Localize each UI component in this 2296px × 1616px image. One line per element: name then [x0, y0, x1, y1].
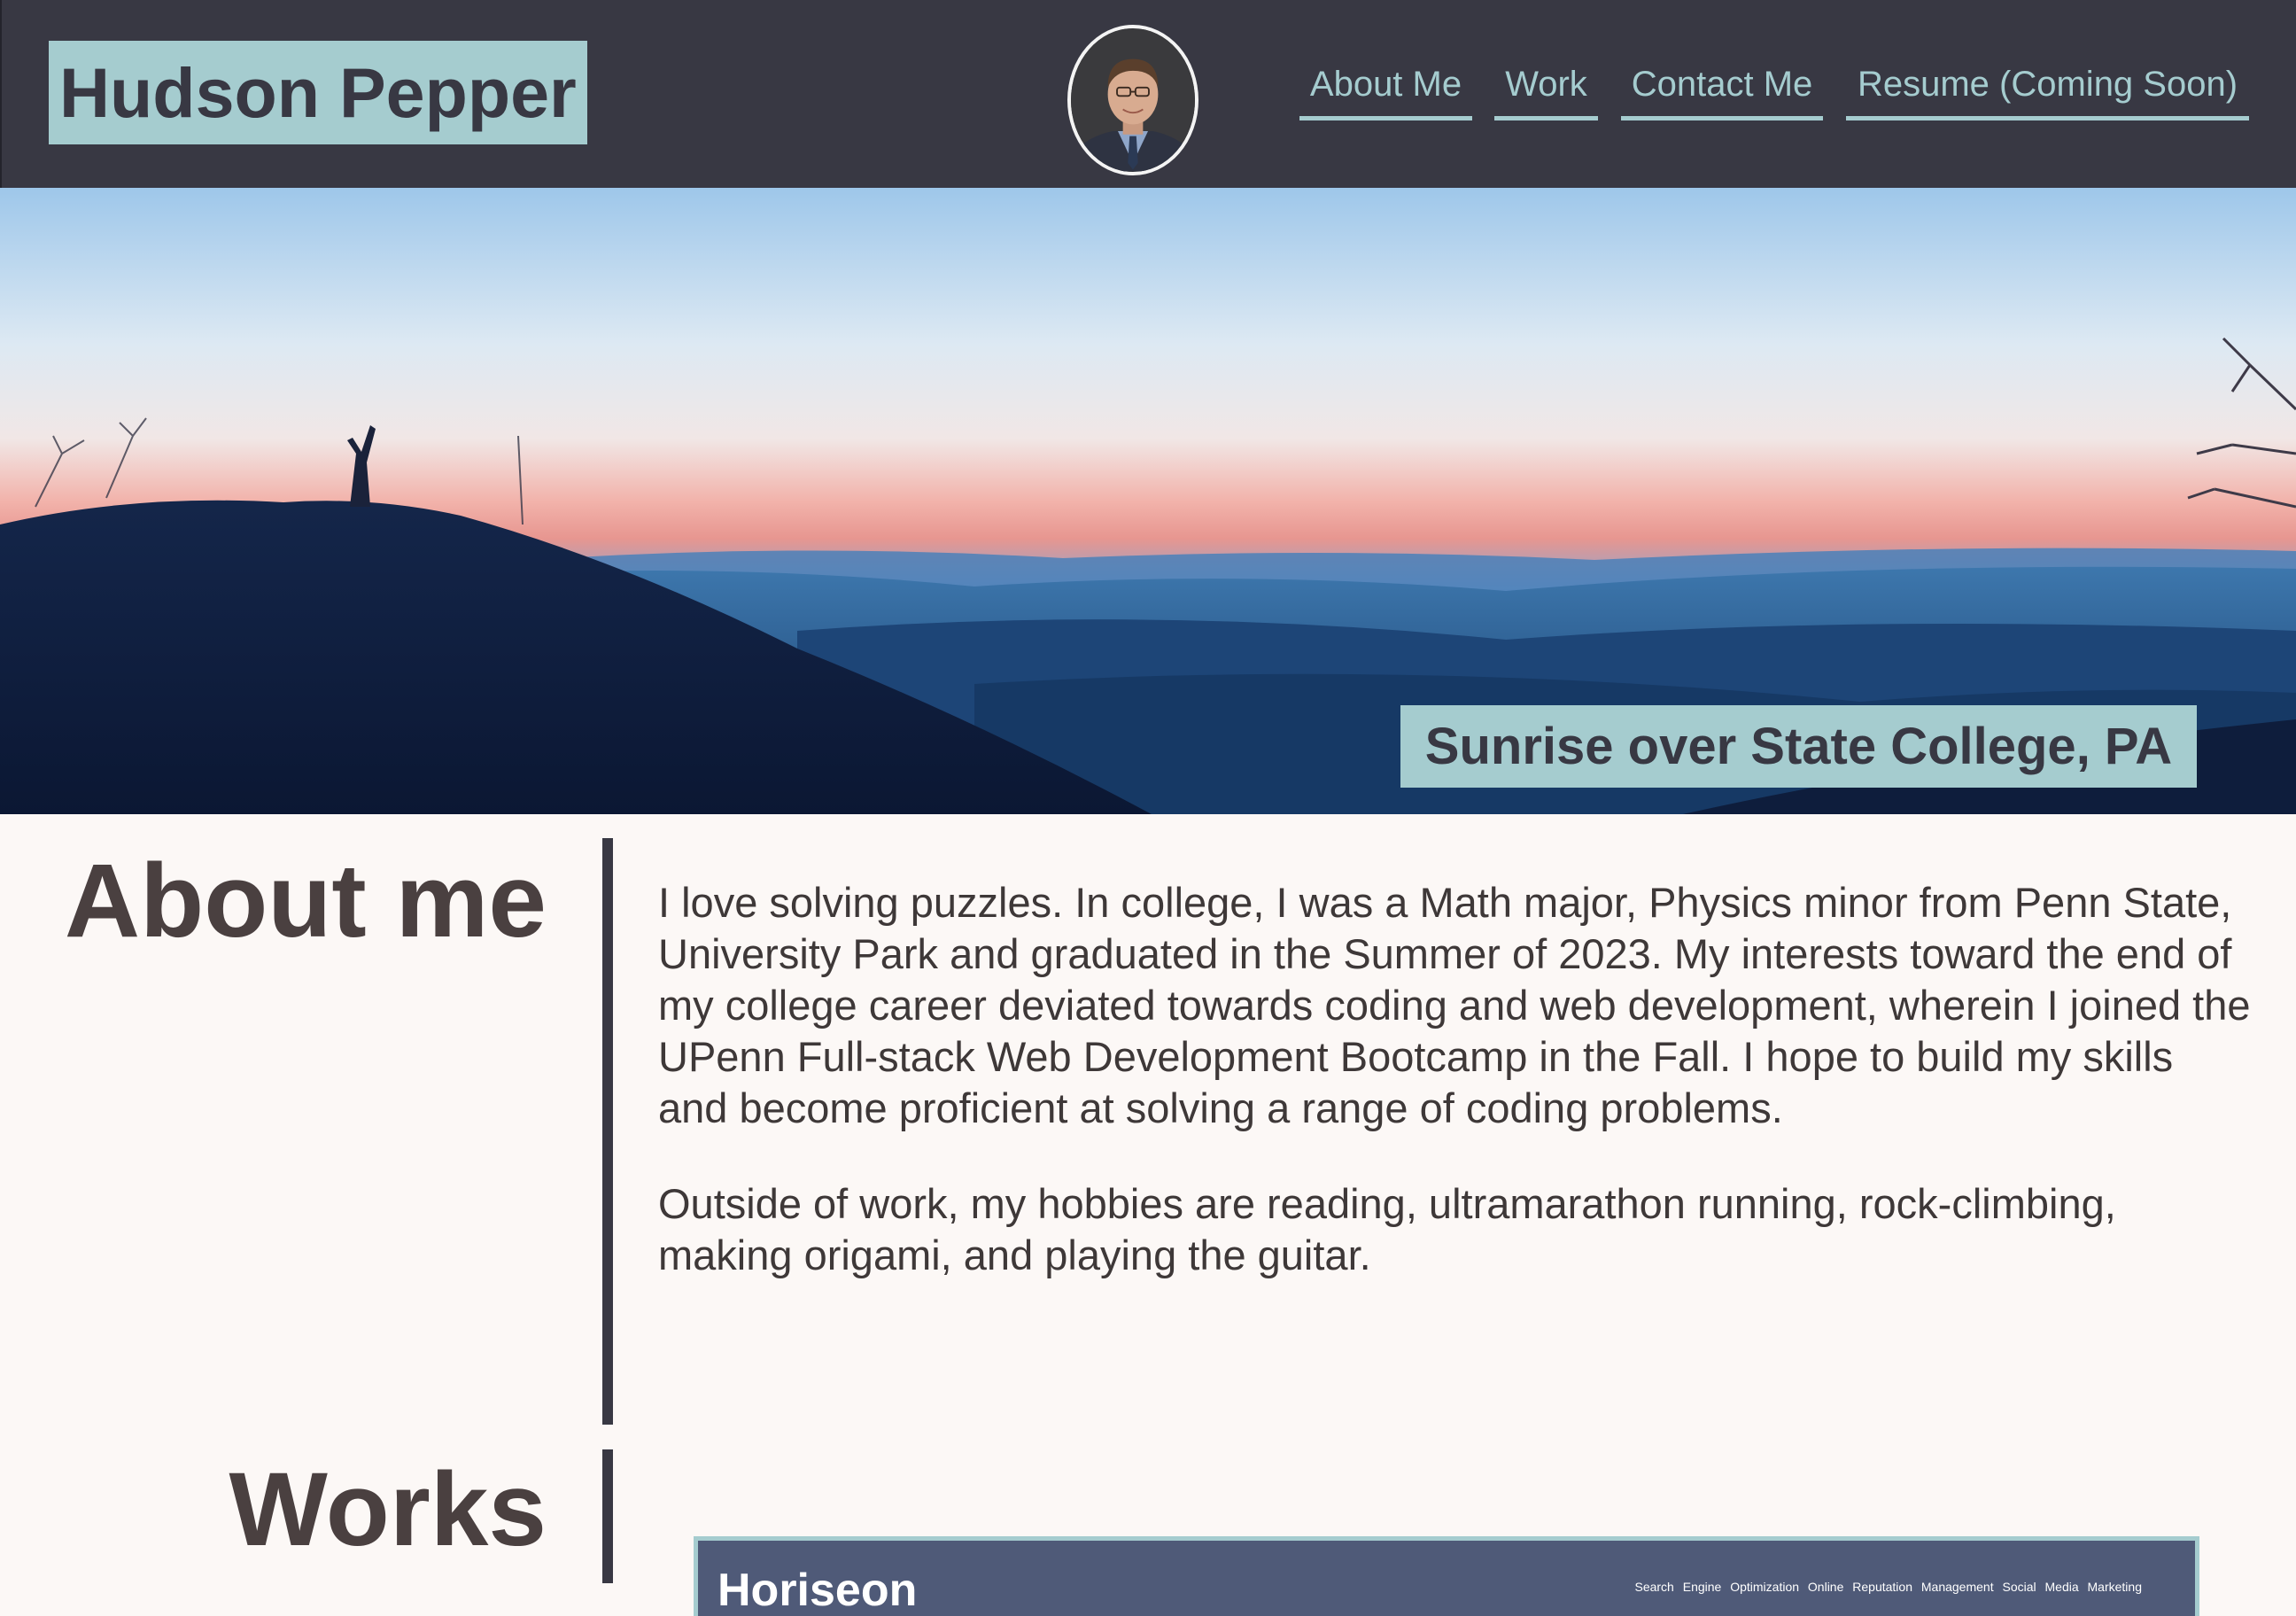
works-heading: Works [229, 1451, 547, 1568]
about-paragraph: Outside of work, my hobbies are reading,… [658, 1180, 2116, 1278]
nav-about-me[interactable]: About Me [1299, 53, 1472, 120]
about-body: I love solving puzzles. In college, I wa… [658, 877, 2253, 1325]
hero-caption: Sunrise over State College, PA [1400, 705, 2197, 788]
works-divider [602, 1449, 613, 1583]
work-card-horiseon[interactable]: Horiseon Search Engine Optimization Onli… [694, 1536, 2199, 1616]
main-nav: About Me Work Contact Me Resume (Coming … [2, 53, 2296, 124]
work-card-tags: Search Engine Optimization Online Reputa… [1634, 1580, 2142, 1594]
nav-resume[interactable]: Resume (Coming Soon) [1846, 53, 2249, 120]
site-header: Hudson Pepper About Me Work Contact Me R… [0, 0, 2296, 188]
about-paragraph: I love solving puzzles. In college, I wa… [658, 879, 2251, 1131]
work-card-title: Horiseon [718, 1565, 918, 1616]
about-heading: About me [64, 843, 547, 960]
nav-contact-me[interactable]: Contact Me [1621, 53, 1823, 120]
nav-work[interactable]: Work [1494, 53, 1598, 120]
about-divider [602, 838, 613, 1425]
